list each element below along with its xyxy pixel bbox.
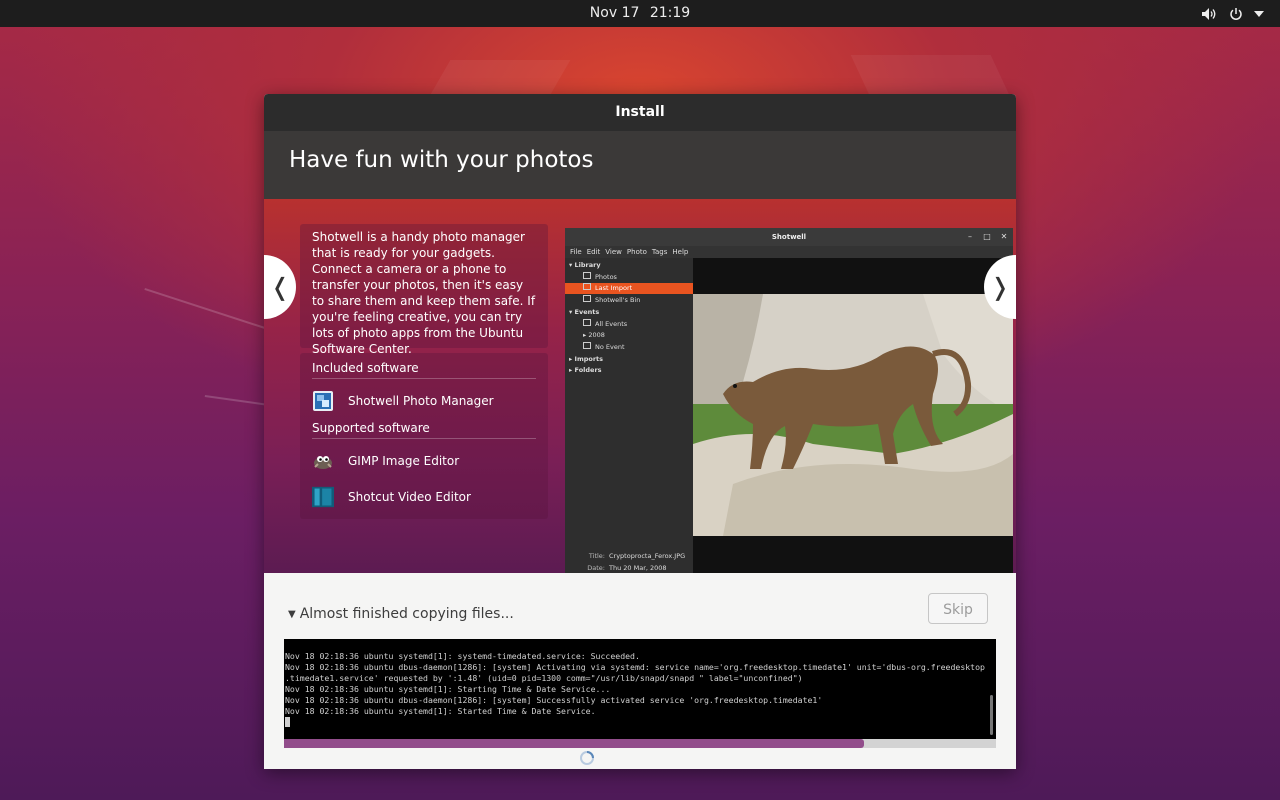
supported-software-heading: Supported software — [312, 421, 536, 439]
slide-header: Have fun with your photos — [264, 131, 1016, 199]
volume-icon[interactable] — [1200, 0, 1218, 27]
terminal-line: Nov 18 02:18:36 ubuntu dbus-daemon[1286]… — [285, 695, 823, 705]
menu-item: Tags — [651, 248, 668, 256]
maximize-icon: □ — [983, 232, 991, 241]
chevron-right-icon: ❭ — [989, 273, 1011, 301]
clock-date: Nov 17 — [589, 5, 640, 21]
tree-item: Last Import — [565, 283, 693, 295]
tree-label: Events — [574, 307, 600, 316]
metadata-row: Date: Thu 20 Mar, 2008 — [565, 562, 693, 573]
menu-item: Help — [672, 248, 689, 256]
tree-item-icon — [583, 295, 591, 303]
tree-item: Shotwell's Bin — [565, 295, 693, 306]
included-software-heading: Included software — [312, 361, 536, 379]
power-icon[interactable] — [1227, 0, 1245, 27]
shotcut-icon — [312, 486, 334, 508]
photo-viewer — [693, 258, 1013, 573]
installer-window: Install Have fun with your photos Shotwe… — [264, 94, 1016, 769]
expander-arrow-icon[interactable]: ▼ — [288, 609, 296, 620]
chevron-left-icon: ❬ — [269, 273, 291, 301]
tree-item-icon — [583, 318, 591, 326]
software-item-shotcut: Shotcut Video Editor — [312, 485, 471, 509]
top-bar: Nov 17 21:19 — [0, 0, 1280, 27]
skip-button[interactable]: Skip — [928, 593, 988, 624]
spinner-icon — [579, 750, 595, 766]
clock[interactable]: Nov 17 21:19 — [0, 0, 1280, 27]
menu-item: File — [570, 248, 582, 256]
tree-item: ▸ Imports — [565, 354, 693, 365]
metadata-value: Cryptoprocta_Ferox.JPG — [609, 552, 686, 560]
tree-item: ▾ Library — [565, 260, 693, 271]
menu-item: View — [605, 248, 622, 256]
terminal-scrollbar[interactable] — [990, 695, 993, 735]
terminal-line: Nov 18 02:18:36 ubuntu systemd[1]: Start… — [285, 706, 596, 716]
status-text: Almost finished copying files... — [299, 606, 514, 622]
tree-label: Folders — [574, 366, 602, 375]
tree-item-icon — [583, 271, 591, 279]
window-title: Install — [264, 94, 1016, 132]
tree-label: Photos — [595, 272, 617, 281]
tree-label: No Event — [595, 342, 625, 351]
minimize-icon: – — [968, 232, 972, 241]
tree-label: Last Import — [595, 284, 633, 293]
tree-item-icon — [583, 283, 591, 291]
software-label: GIMP Image Editor — [348, 454, 460, 468]
shotwell-menu: File Edit View Photo Tags Help — [565, 246, 1013, 258]
install-progress-bar — [284, 739, 996, 748]
software-panel: Included software Shotwell Photo Manager… — [300, 353, 548, 519]
terminal-line: Nov 18 02:18:36 ubuntu systemd[1]: syste… — [285, 651, 640, 661]
shotwell-sidebar: ▾ Library Photos Last Import Shotwell's Bin… — [565, 258, 693, 573]
gimp-icon — [312, 450, 334, 472]
tree-label: Library — [574, 261, 601, 269]
tree-item: ▸ 2008 — [565, 330, 693, 341]
software-item-shotwell: Shotwell Photo Manager — [312, 389, 494, 413]
metadata-value: Thu 20 Mar, 2008 — [609, 563, 667, 572]
terminal-line: Nov 18 02:18:36 ubuntu dbus-daemon[1286]… — [285, 662, 985, 672]
slide-title: Have fun with your photos — [289, 147, 594, 173]
photo-fossa — [693, 294, 1013, 536]
terminal-line: .timedate1.service' requested by ':1.48'… — [285, 673, 803, 683]
tree-label: 2008 — [588, 331, 605, 340]
install-status[interactable]: ▼ Almost finished copying files... — [288, 604, 514, 624]
dropdown-arrow-icon[interactable] — [1252, 0, 1266, 27]
terminal-line: Nov 18 02:18:36 ubuntu systemd[1]: Start… — [285, 684, 611, 694]
clock-time: 21:19 — [649, 5, 691, 21]
tree-label: Shotwell's Bin — [595, 296, 641, 305]
shotwell-icon — [312, 390, 334, 412]
slideshow: Shotwell is a handy photo manager that i… — [264, 199, 1016, 573]
metadata-key: Title: — [588, 552, 605, 560]
slide-description: Shotwell is a handy photo manager that i… — [312, 230, 536, 356]
terminal-output: Nov 18 02:18:36 ubuntu systemd[1]: syste… — [285, 651, 995, 717]
software-item-gimp: GIMP Image Editor — [312, 449, 459, 473]
tree-item: ▾ Events — [565, 307, 693, 318]
tree-label: Imports — [574, 354, 604, 363]
tree-item: Photos — [565, 271, 693, 283]
shotwell-screenshot: Shotwell – □ ✕ File Edit View Photo Tags… — [565, 228, 1013, 573]
menu-item: Edit — [586, 248, 601, 256]
close-icon: ✕ — [1000, 232, 1008, 241]
tree-item: No Event — [565, 341, 693, 353]
shotwell-title: Shotwell — [565, 228, 1013, 246]
install-log-terminal[interactable]: Nov 18 02:18:36 ubuntu systemd[1]: syste… — [284, 639, 996, 739]
terminal-cursor — [285, 717, 290, 727]
metadata-row: Title: Cryptoprocta_Ferox.JPG — [565, 550, 693, 562]
menu-item: Photo — [626, 248, 647, 256]
software-label: Shotcut Video Editor — [348, 490, 471, 504]
progress-fill — [284, 739, 865, 748]
metadata-key: Date: — [587, 563, 605, 572]
tree-item: All Events — [565, 318, 693, 330]
description-panel: Shotwell is a handy photo manager that i… — [300, 224, 548, 356]
tree-item: ▸ Folders — [565, 365, 693, 376]
tree-label: All Events — [595, 319, 628, 328]
tree-item-icon — [583, 341, 591, 349]
software-label: Shotwell Photo Manager — [348, 394, 494, 408]
